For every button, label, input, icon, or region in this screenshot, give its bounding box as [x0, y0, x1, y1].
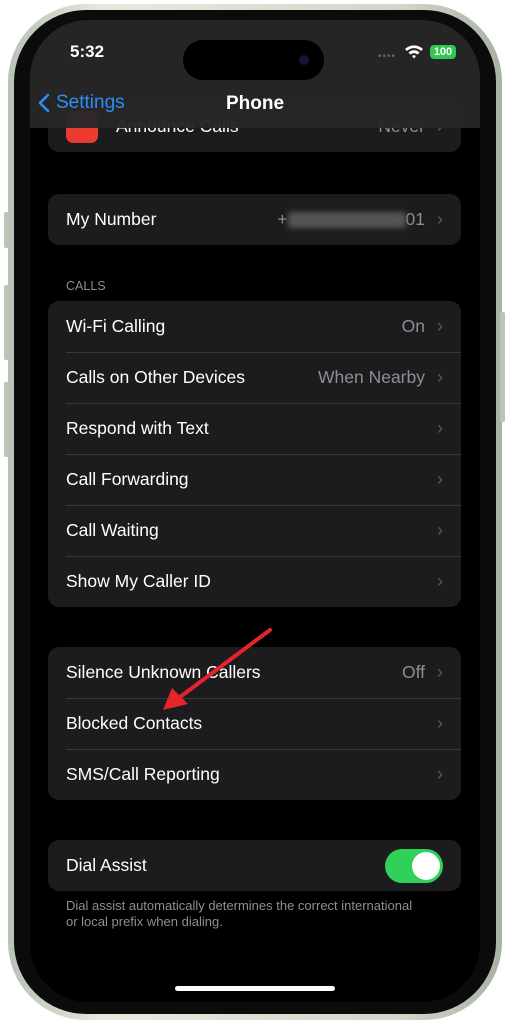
- status-time: 5:32: [70, 42, 105, 61]
- camera-icon: [299, 55, 309, 65]
- cellular-signal-icon: ••••: [378, 51, 397, 62]
- wifi-icon: [405, 45, 423, 59]
- battery-icon: 100: [430, 45, 456, 59]
- navigation-bar: 5:32 •••• 100 Settings Phone: [30, 20, 480, 128]
- page-title: Phone: [225, 93, 285, 114]
- annotation-arrow: [163, 628, 272, 710]
